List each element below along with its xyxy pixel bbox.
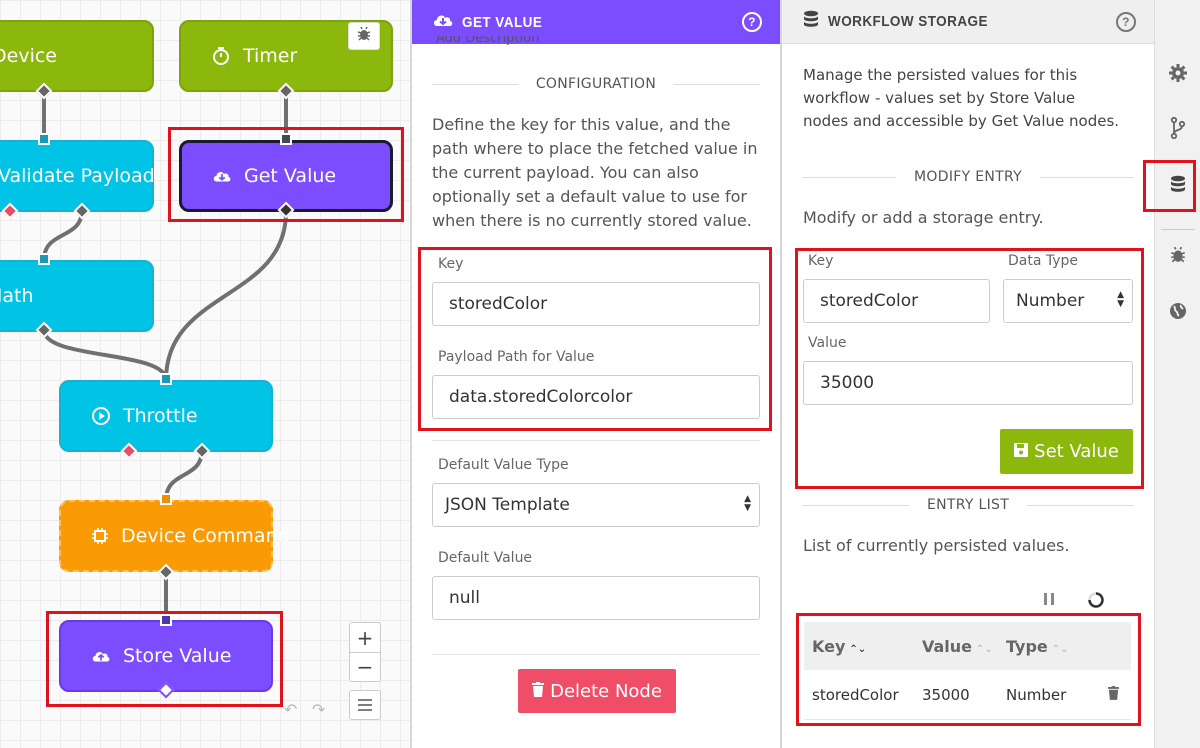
zoom-out-button[interactable]: − — [350, 652, 380, 681]
chip-icon — [91, 526, 109, 546]
column-header-type[interactable]: Type ⌃⌄ — [998, 637, 1098, 656]
panel-title: Get Value — [462, 13, 543, 31]
default-value-type-select[interactable]: JSON Template ▲ ▼ — [432, 483, 760, 527]
pause-icon[interactable] — [1042, 591, 1056, 611]
cloud-download-icon — [432, 11, 454, 33]
node-label: Validate Payload — [0, 165, 155, 187]
node-label: Timer — [243, 45, 298, 67]
globe-icon — [1169, 302, 1187, 324]
right-sidebar — [1154, 0, 1200, 748]
delete-node-button[interactable]: Delete Node — [518, 669, 676, 713]
column-header-value[interactable]: Value ⌃⌄ — [914, 637, 998, 656]
default-value-label: Default Value — [438, 550, 533, 566]
table-header: Key ⌃⌄ Value ⌃⌄ Type ⌃⌄ — [804, 622, 1131, 670]
zoom-in-button[interactable]: + — [350, 623, 380, 652]
gear-icon — [1168, 63, 1188, 87]
debug-button[interactable] — [1163, 242, 1193, 272]
database-icon — [802, 10, 820, 34]
help-icon[interactable]: ? — [742, 12, 762, 32]
settings-button[interactable] — [1163, 60, 1193, 90]
wire-math-throttle — [42, 328, 168, 382]
node-device[interactable]: Device — [0, 20, 154, 92]
table-row: storedColor 35000 Number — [804, 670, 1131, 720]
panel-title: Workflow Storage — [828, 13, 988, 30]
bug-icon — [1169, 246, 1187, 268]
node-label: Throttle — [123, 405, 198, 427]
redo-icon[interactable]: ↷ — [312, 700, 325, 719]
entry-table: Key ⌃⌄ Value ⌃⌄ Type ⌃⌄ storedColor 35000 N… — [804, 622, 1131, 720]
configuration-description: Define the key for this value, and the p… — [432, 115, 758, 230]
description-link[interactable]: Add Description — [436, 36, 539, 46]
branch-icon — [1170, 116, 1186, 143]
input-port[interactable] — [38, 253, 50, 265]
wire-getvalue-throttle — [164, 210, 288, 382]
cell-type: Number — [1006, 685, 1067, 704]
bug-icon — [356, 26, 372, 46]
node-validate-payload[interactable]: Validate Payload — [0, 140, 155, 212]
zoom-controls: + − — [349, 622, 381, 682]
entry-list-divider: ENTRY LIST — [802, 497, 1134, 513]
input-port[interactable] — [160, 373, 172, 385]
trash-icon — [532, 681, 545, 702]
versions-button[interactable] — [1163, 115, 1193, 145]
default-value-input[interactable]: null — [432, 576, 760, 620]
workflow-canvas[interactable]: Device Timer Validate Payload Get Value … — [0, 0, 410, 748]
node-math[interactable]: Math — [0, 260, 154, 332]
highlight-get-value-node — [168, 127, 404, 222]
cell-value: 35000 — [922, 685, 970, 704]
modify-entry-description: Modify or add a storage entry. — [803, 208, 1044, 227]
loading-spinner-icon — [1087, 591, 1105, 613]
get-value-panel: Get Value ? Add Description CONFIGURATIO… — [410, 0, 780, 748]
stopwatch-icon — [211, 46, 231, 66]
configuration-divider: CONFIGURATION — [432, 76, 760, 92]
storage-intro: Manage the persisted values for this wor… — [803, 66, 1120, 130]
node-throttle[interactable]: Throttle — [59, 380, 273, 452]
delete-node-label: Delete Node — [550, 680, 662, 702]
play-circle-icon — [91, 406, 111, 426]
node-device-command[interactable]: Device Command — [59, 500, 290, 572]
input-port[interactable] — [38, 133, 50, 145]
hamburger-icon — [358, 696, 372, 715]
canvas-menu-button[interactable] — [349, 690, 381, 720]
highlight-storage-button — [1143, 160, 1196, 212]
divider — [432, 440, 760, 441]
input-port[interactable] — [160, 493, 172, 505]
column-header-key[interactable]: Key ⌃⌄ — [804, 637, 914, 656]
trash-icon — [1107, 685, 1119, 704]
undo-icon[interactable]: ↶ — [284, 700, 297, 719]
rail-divider — [1161, 229, 1195, 230]
globals-button[interactable] — [1163, 298, 1193, 328]
entry-list-description: List of currently persisted values. — [803, 536, 1070, 555]
node-label: Math — [0, 285, 34, 307]
default-value-type-label: Default Value Type — [438, 457, 569, 473]
select-value: JSON Template — [445, 495, 570, 515]
node-label: Device Command — [121, 525, 290, 547]
highlight-key-config — [418, 247, 772, 431]
help-icon[interactable]: ? — [1116, 11, 1136, 32]
highlight-modify-entry — [795, 248, 1144, 489]
delete-entry-button[interactable] — [1098, 685, 1128, 704]
modify-entry-divider: MODIFY ENTRY — [802, 169, 1134, 185]
debug-node-button[interactable] — [348, 22, 380, 50]
panel-header: Workflow Storage ? — [782, 0, 1154, 44]
divider — [432, 654, 760, 655]
highlight-store-value-node — [46, 611, 283, 707]
cell-key: storedColor — [812, 685, 899, 704]
select-arrows-icon: ▲ ▼ — [744, 494, 751, 513]
node-label: Device — [0, 45, 57, 67]
